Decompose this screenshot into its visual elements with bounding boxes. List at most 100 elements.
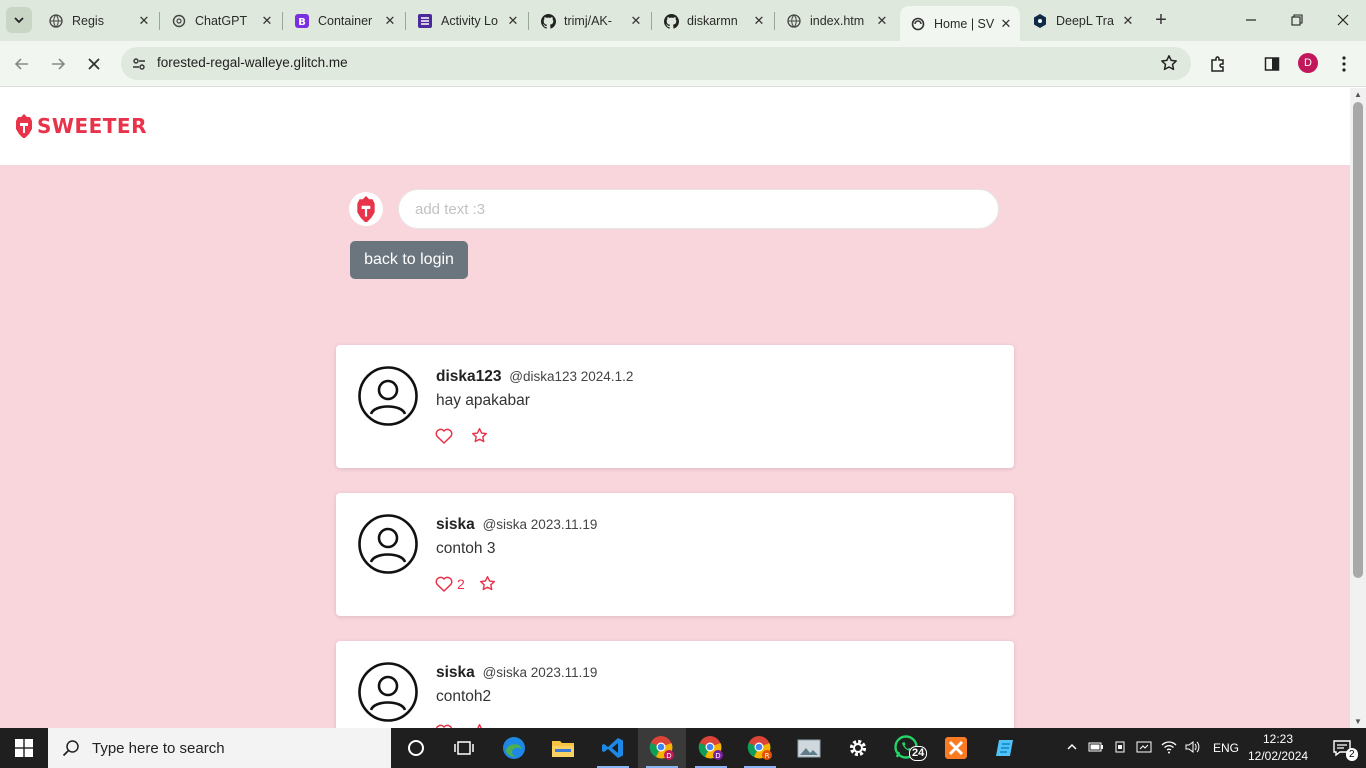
clock-date: 12/02/2024 xyxy=(1248,749,1309,763)
tab-title: trimj/AK- xyxy=(564,14,612,28)
like-button[interactable] xyxy=(435,428,457,444)
close-icon[interactable]: ✕ xyxy=(382,13,398,29)
chrome-icon: R xyxy=(747,736,772,760)
close-icon[interactable]: ✕ xyxy=(751,13,767,29)
post-username[interactable]: diska123 xyxy=(436,368,502,385)
restore-icon xyxy=(1291,14,1303,26)
tab-4[interactable]: trimj/AK- ✕ xyxy=(540,7,644,35)
close-icon xyxy=(88,58,100,70)
taskbar-search[interactable]: Type here to search xyxy=(48,728,391,768)
post-text-input[interactable] xyxy=(398,189,999,229)
forward-button[interactable] xyxy=(44,50,72,78)
tab-6[interactable]: index.htm ✕ xyxy=(786,7,890,35)
composer-avatar xyxy=(349,192,383,226)
back-to-login-button[interactable]: back to login xyxy=(350,241,468,279)
image-viewer-app[interactable] xyxy=(785,728,833,768)
favorite-button[interactable] xyxy=(479,575,496,592)
more-vertical-icon xyxy=(1342,56,1346,72)
chrome-app-profile-d2[interactable]: D xyxy=(687,728,735,768)
bookmark-star-icon[interactable] xyxy=(1159,53,1179,73)
minimize-button[interactable] xyxy=(1239,8,1263,32)
tab-7-active[interactable]: Home | SV ✕ xyxy=(900,6,1020,41)
close-icon[interactable]: ✕ xyxy=(874,13,890,29)
tab-title: ChatGPT xyxy=(195,14,248,28)
scroll-up-arrow-icon[interactable]: ▲ xyxy=(1354,90,1362,99)
side-panel-button[interactable] xyxy=(1258,50,1286,78)
post-text: contoh 3 xyxy=(436,540,496,557)
notification-center-button[interactable]: 2 xyxy=(1318,728,1366,768)
page-scrollbar[interactable]: ▲ ▼ xyxy=(1350,88,1366,728)
tab-search-button[interactable] xyxy=(6,7,32,33)
tab-separator xyxy=(282,12,283,30)
post-date: 2023.11.19 xyxy=(530,665,598,680)
tab-2[interactable]: B Container ✕ xyxy=(294,7,398,35)
edge-app[interactable] xyxy=(490,728,538,768)
brand-logo[interactable]: SWEETER xyxy=(15,114,147,138)
tab-1[interactable]: ChatGPT ✕ xyxy=(171,7,275,35)
start-button[interactable] xyxy=(0,728,48,768)
arrow-left-icon xyxy=(14,58,28,70)
close-icon[interactable]: ✕ xyxy=(259,13,275,29)
xampp-icon xyxy=(945,737,967,759)
stop-loading-button[interactable] xyxy=(80,50,108,78)
extensions-button[interactable] xyxy=(1204,50,1232,78)
gear-icon xyxy=(849,739,867,757)
chevron-up-icon[interactable] xyxy=(1066,741,1078,756)
heart-icon xyxy=(435,428,453,444)
browser-tab-bar: Regis ✕ ChatGPT ✕ B Container ✕ Activity… xyxy=(0,0,1366,41)
wifi-icon[interactable] xyxy=(1161,740,1177,757)
file-explorer-app[interactable] xyxy=(539,728,587,768)
chrome-app-profile-r[interactable]: R xyxy=(736,728,784,768)
close-icon[interactable]: ✕ xyxy=(136,13,152,29)
browser-menu-button[interactable] xyxy=(1330,50,1358,78)
xampp-app[interactable] xyxy=(932,728,980,768)
profile-avatar[interactable]: D xyxy=(1298,53,1318,73)
tab-0[interactable]: Regis ✕ xyxy=(48,7,152,35)
whatsapp-app[interactable]: 24 xyxy=(883,728,931,768)
post-date: 2023.11.19 xyxy=(530,517,598,532)
new-tab-button[interactable]: + xyxy=(1150,9,1172,31)
notepad-app[interactable] xyxy=(981,728,1029,768)
scroll-down-arrow-icon[interactable]: ▼ xyxy=(1354,717,1362,726)
favorite-button[interactable] xyxy=(471,427,488,444)
battery-icon[interactable] xyxy=(1088,741,1104,756)
close-icon[interactable]: ✕ xyxy=(505,13,521,29)
post-actions xyxy=(435,427,502,444)
cortana-button[interactable] xyxy=(392,728,440,768)
chrome-app-profile-d[interactable]: D xyxy=(638,728,686,768)
post-username[interactable]: siska xyxy=(436,516,475,533)
scrollbar-thumb[interactable] xyxy=(1353,102,1363,578)
tab-8[interactable]: DeepL Tra ✕ xyxy=(1032,7,1136,35)
close-icon[interactable]: ✕ xyxy=(1120,13,1136,29)
close-icon[interactable]: ✕ xyxy=(628,13,644,29)
volume-icon[interactable] xyxy=(1185,740,1201,757)
post-handle: @siska xyxy=(482,665,528,680)
globe-icon xyxy=(786,13,802,29)
language-indicator[interactable]: ENG xyxy=(1213,741,1239,755)
tab-5[interactable]: diskarmn ✕ xyxy=(663,7,767,35)
meet-now-icon[interactable] xyxy=(1136,740,1152,757)
tab-title: Activity Lo xyxy=(441,14,498,28)
tab-3[interactable]: Activity Lo ✕ xyxy=(417,7,521,35)
chevron-down-icon xyxy=(14,17,24,24)
site-settings-icon[interactable] xyxy=(129,54,149,74)
usb-device-icon[interactable] xyxy=(1113,740,1127,757)
close-icon[interactable]: ✕ xyxy=(998,16,1014,32)
back-button[interactable] xyxy=(8,50,36,78)
task-view-button[interactable] xyxy=(440,728,488,768)
spartan-helmet-icon xyxy=(16,114,32,138)
notepad-icon xyxy=(996,740,1013,756)
like-button[interactable]: 2 xyxy=(435,576,465,592)
post-username[interactable]: siska xyxy=(436,664,475,681)
globe-icon xyxy=(48,13,64,29)
vscode-app[interactable] xyxy=(589,728,637,768)
close-window-button[interactable] xyxy=(1331,8,1355,32)
chatgpt-icon xyxy=(171,13,187,29)
settings-app[interactable] xyxy=(834,728,882,768)
post-card: siska @siska 2023.11.19 contoh 3 2 xyxy=(336,493,1014,616)
system-clock[interactable]: 12:23 12/02/2024 xyxy=(1248,731,1308,765)
address-bar[interactable]: forested-regal-walleye.glitch.me xyxy=(121,47,1191,80)
side-panel-icon xyxy=(1264,57,1280,71)
restore-button[interactable] xyxy=(1285,8,1309,32)
chrome-icon: D xyxy=(649,736,674,760)
